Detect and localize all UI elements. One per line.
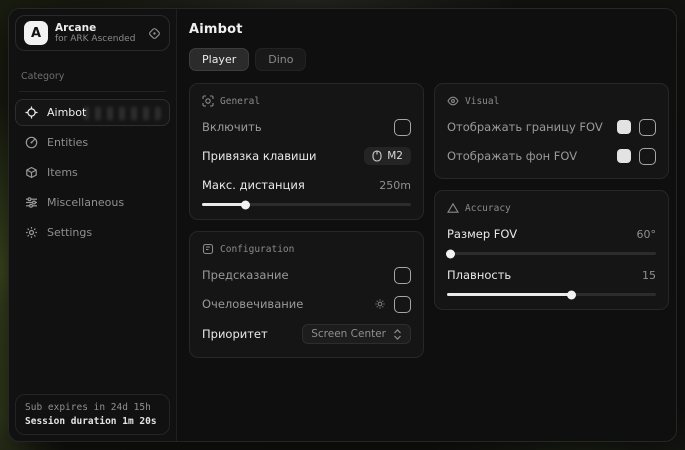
subscription-status-box: Sub expires in 24d 15h Session duration …: [15, 394, 170, 435]
scan-icon: [202, 95, 214, 107]
prediction-label: Предсказание: [202, 268, 289, 282]
keybind-button[interactable]: M2: [364, 147, 411, 165]
smoothness-value: 15: [642, 269, 656, 282]
card-configuration: Configuration Предсказание Очеловечивани…: [189, 231, 424, 358]
smoothness-label: Плавность: [447, 268, 511, 282]
tab-player[interactable]: Player: [189, 48, 249, 71]
sidebar-item-label: Settings: [47, 226, 92, 239]
app-title: Arcane: [55, 22, 135, 34]
card-title: Accuracy: [465, 203, 511, 214]
fov-size-slider[interactable]: [447, 252, 656, 255]
fov-border-color-swatch[interactable]: [617, 120, 631, 134]
mouse-icon: [372, 150, 382, 162]
sidebar-item-label: Aimbot: [47, 106, 86, 119]
card-title: Visual: [465, 96, 499, 107]
chevrons-up-down-icon: [393, 329, 402, 340]
max-distance-value: 250m: [379, 179, 411, 192]
card-visual: Visual Отображать границу FOV Отображать…: [434, 83, 669, 179]
sidebar-nav: Aimbot Entities Items Miscellaneous: [15, 99, 170, 246]
card-general: General Включить Привязка клавиши M2: [189, 83, 424, 220]
tab-bar: Player Dino: [189, 48, 669, 71]
arcane-window: A Arcane for ARK Ascended Category Aimbo…: [8, 8, 677, 442]
max-distance-slider[interactable]: [202, 203, 411, 206]
fov-background-color-swatch[interactable]: [617, 149, 631, 163]
card-accuracy: Accuracy Размер FOV 60° Плавность 15: [434, 190, 669, 310]
app-logo: A: [24, 21, 48, 45]
tune-icon: [202, 243, 214, 255]
fov-border-label: Отображать границу FOV: [447, 120, 603, 134]
enable-label: Включить: [202, 120, 262, 134]
priority-dropdown[interactable]: Screen Center: [302, 324, 411, 344]
fov-size-value: 60°: [637, 228, 657, 241]
card-title: General: [220, 96, 260, 107]
target-diamond-icon[interactable]: [148, 27, 161, 40]
sidebar-item-aimbot[interactable]: Aimbot: [15, 99, 170, 126]
sidebar-item-label: Entities: [47, 136, 88, 149]
priority-label: Приоритет: [202, 327, 268, 341]
sidebar-item-settings[interactable]: Settings: [15, 219, 170, 246]
fov-background-label: Отображать фон FOV: [447, 149, 577, 163]
slider-handle[interactable]: [446, 249, 455, 258]
enable-checkbox[interactable]: [394, 119, 411, 136]
category-label: Category: [21, 71, 64, 82]
fov-background-checkbox[interactable]: [639, 148, 656, 165]
slider-handle[interactable]: [567, 290, 576, 299]
sliders-icon: [25, 196, 38, 209]
sidebar-item-label: Miscellaneous: [47, 196, 124, 209]
triangle-icon: [447, 202, 459, 214]
humanization-gear-icon[interactable]: [374, 298, 386, 310]
ghost-text-artifact: [83, 107, 161, 120]
priority-value: Screen Center: [311, 328, 386, 340]
sidebar-item-entities[interactable]: Entities: [15, 129, 170, 156]
fov-border-checkbox[interactable]: [639, 119, 656, 136]
eye-icon: [447, 95, 459, 107]
main-content: Aimbot Player Dino General Включить: [177, 9, 677, 441]
prediction-checkbox[interactable]: [394, 267, 411, 284]
tab-dino[interactable]: Dino: [255, 48, 306, 71]
max-distance-label: Макс. дистанция: [202, 178, 305, 192]
sub-expires-text: Sub expires in 24d 15h: [25, 402, 160, 413]
sidebar-item-label: Items: [47, 166, 78, 179]
sidebar-item-items[interactable]: Items: [15, 159, 170, 186]
crosshair-icon: [25, 106, 38, 119]
radar-icon: [25, 136, 38, 149]
slider-handle[interactable]: [241, 200, 250, 209]
humanization-checkbox[interactable]: [394, 296, 411, 313]
package-icon: [25, 166, 38, 179]
keybind-value: M2: [387, 150, 403, 162]
app-logo-box: A Arcane for ARK Ascended: [15, 15, 170, 51]
humanization-label: Очеловечивание: [202, 297, 303, 311]
app-subtitle: for ARK Ascended: [55, 34, 135, 44]
page-title: Aimbot: [189, 22, 669, 37]
gear-icon: [25, 226, 38, 239]
category-section: Category: [19, 64, 166, 92]
card-title: Configuration: [220, 244, 294, 255]
fov-size-label: Размер FOV: [447, 227, 517, 241]
keybind-label: Привязка клавиши: [202, 149, 316, 163]
session-duration-text: Session duration 1m 20s: [25, 416, 160, 427]
smoothness-slider[interactable]: [447, 293, 656, 296]
sidebar-item-miscellaneous[interactable]: Miscellaneous: [15, 189, 170, 216]
sidebar: A Arcane for ARK Ascended Category Aimbo…: [9, 9, 177, 441]
